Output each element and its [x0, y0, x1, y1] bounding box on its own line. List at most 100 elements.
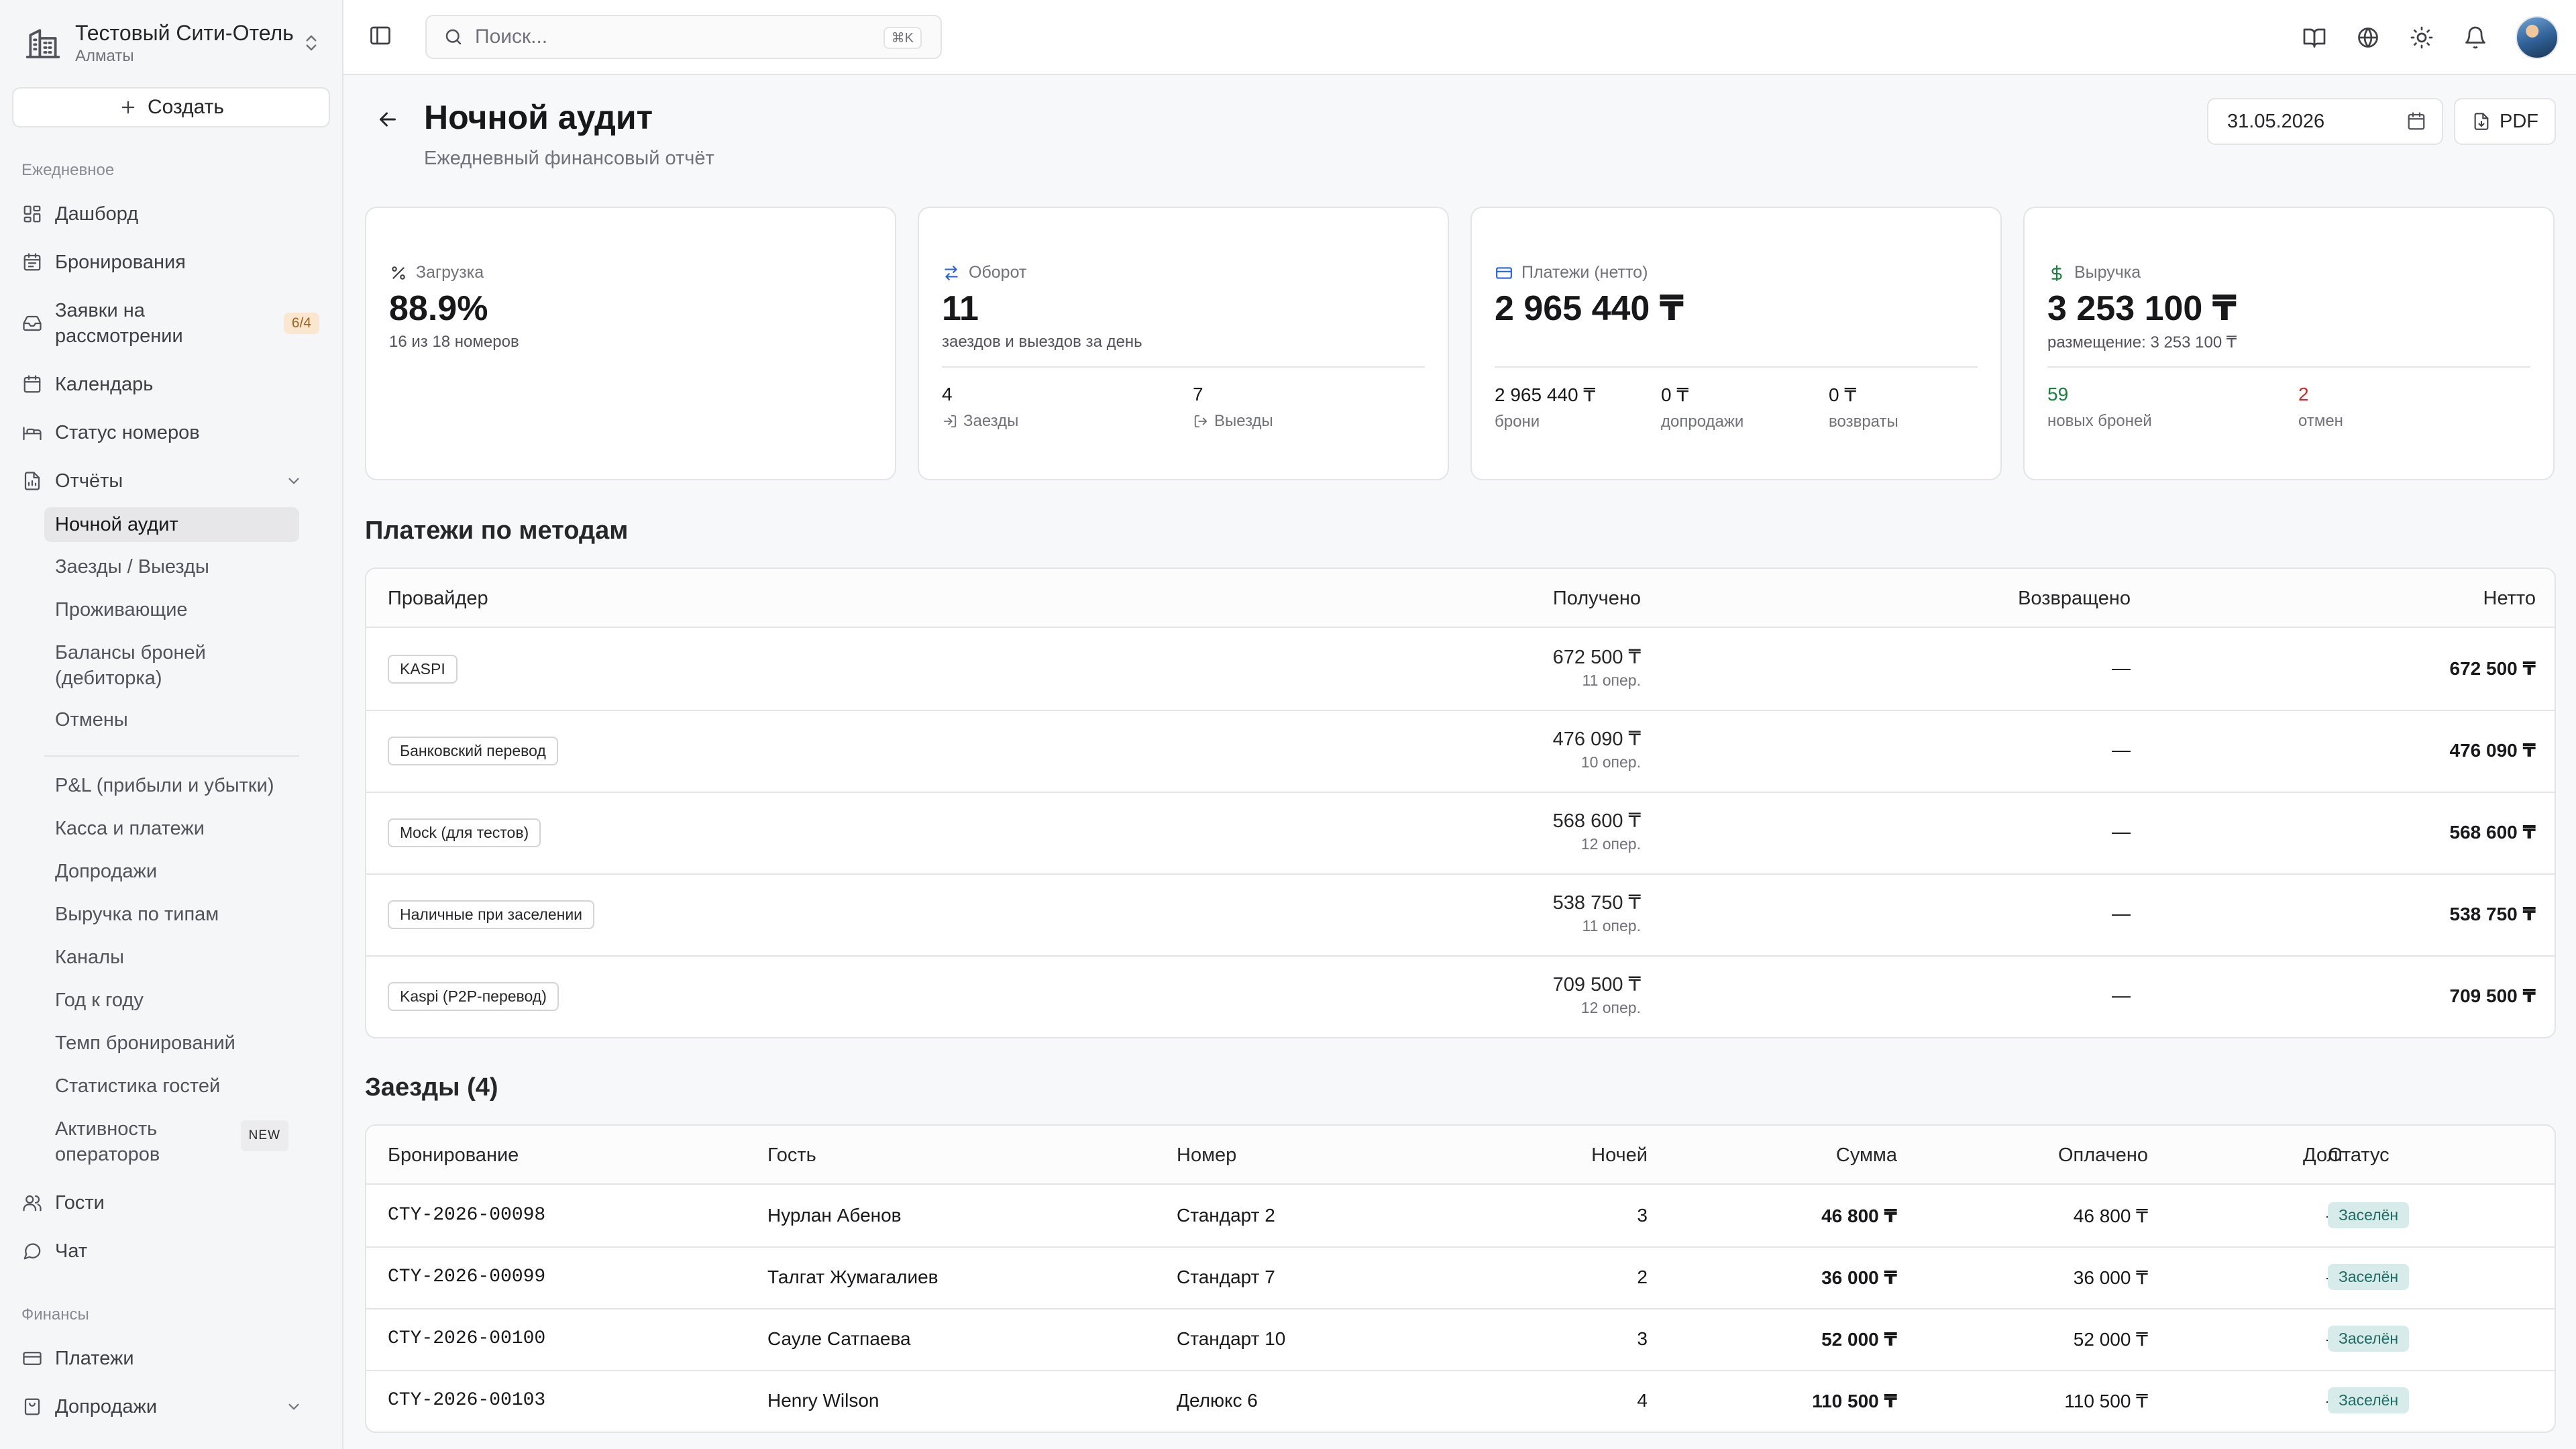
- topbar-actions: [2301, 16, 2559, 59]
- sidebar-item-upsells[interactable]: Допродажи: [12, 1394, 330, 1419]
- report-pace[interactable]: Темп бронирований: [44, 1030, 299, 1056]
- sun-icon[interactable]: [2408, 24, 2435, 51]
- org-switcher[interactable]: Тестовый Сити-Отель Алматы: [20, 15, 323, 71]
- percent-icon: [389, 264, 408, 282]
- report-night-audit[interactable]: Ночной аудит: [44, 507, 299, 542]
- room-name: Стандарт 10: [1177, 1328, 1286, 1349]
- col-guest: Гость: [767, 1144, 816, 1166]
- table-row[interactable]: CTY-2026-00099 Талгат Жумагалиев Стандар…: [366, 1248, 2555, 1309]
- guest-name: Сауле Сатпаева: [767, 1328, 911, 1349]
- report-revenue-types[interactable]: Выручка по типам: [44, 902, 299, 927]
- received-amount: 538 750 ₸: [1552, 892, 1641, 914]
- sidebar-item-chat[interactable]: Чат: [12, 1238, 330, 1264]
- sidebar-item-requests[interactable]: Заявки на рассмотрении 6/4: [12, 298, 330, 349]
- report-channels[interactable]: Каналы: [44, 945, 299, 970]
- report-cancellations[interactable]: Отмены: [44, 707, 299, 733]
- search-input[interactable]: [475, 25, 851, 48]
- pdf-export-button[interactable]: PDF: [2454, 98, 2556, 145]
- dashboard-icon: [21, 203, 43, 225]
- col-paid: Оплачено: [2057, 1144, 2148, 1166]
- booking-id[interactable]: CTY-2026-00100: [388, 1328, 545, 1349]
- amount: 36 000 ₸: [1821, 1267, 1897, 1288]
- report-arrivals-departures[interactable]: Заезды / Выезды: [44, 554, 299, 580]
- stat-value: 59: [2047, 384, 2069, 405]
- sidebar-item-payments[interactable]: Платежи: [12, 1346, 330, 1371]
- report-in-house[interactable]: Проживающие: [44, 597, 299, 623]
- col-booking: Бронирование: [388, 1144, 519, 1166]
- book-open-icon[interactable]: [2301, 24, 2328, 51]
- nights-count: 3: [1637, 1328, 1648, 1349]
- net-cell: 672 500 ₸: [2449, 658, 2536, 679]
- kpi-stat-cancellations: 2 отмен: [2298, 384, 2343, 431]
- received-cell: 568 600 ₸ 12 опер.: [1305, 809, 1641, 853]
- date-picker[interactable]: 31.05.2026: [2207, 98, 2443, 145]
- operations-count: 10 опер.: [1580, 753, 1641, 771]
- col-status: Статус: [2328, 1144, 2390, 1166]
- report-pnl[interactable]: P&L (прибыли и убытки): [44, 773, 299, 798]
- table-row: Наличные при заселении 538 750 ₸ 11 опер…: [366, 875, 2555, 957]
- guest-name: Henry Wilson: [767, 1390, 879, 1411]
- page-title: Ночной аудит: [424, 99, 653, 136]
- col-received: Получено: [1552, 588, 1641, 609]
- sidebar-item-calendar[interactable]: Календарь: [12, 372, 330, 397]
- chat-icon: [21, 1240, 43, 1262]
- stat-label: отмен: [2298, 412, 2343, 430]
- sidebar-toggle-icon[interactable]: [368, 23, 393, 48]
- search-icon: [443, 26, 464, 48]
- operations-count: 12 опер.: [1580, 999, 1641, 1016]
- received-amount: 568 600 ₸: [1552, 810, 1641, 832]
- kpi-stat-refunds: 0 ₸ возвраты: [1829, 384, 1898, 431]
- search-box[interactable]: ⌘K: [425, 15, 942, 59]
- status-badge: Заселён: [2328, 1387, 2410, 1413]
- table-row[interactable]: CTY-2026-00098 Нурлан Абенов Стандарт 2 …: [366, 1186, 2555, 1248]
- search-shortcut: ⌘K: [883, 27, 922, 49]
- sidebar-item-guests[interactable]: Гости: [12, 1190, 330, 1216]
- col-room: Номер: [1177, 1144, 1237, 1166]
- globe-icon[interactable]: [2355, 24, 2381, 51]
- stat-label: новых броней: [2047, 412, 2152, 430]
- back-arrow-icon[interactable]: [374, 106, 401, 133]
- sidebar-item-reports[interactable]: Отчёты: [12, 468, 330, 494]
- login-icon: [942, 413, 958, 429]
- sidebar-item-room-status[interactable]: Статус номеров: [12, 420, 330, 445]
- sidebar-item-label: Чат: [55, 1240, 88, 1262]
- report-yoy[interactable]: Год к году: [44, 987, 299, 1013]
- booking-id[interactable]: CTY-2026-00103: [388, 1390, 545, 1411]
- received-cell: 538 750 ₸ 11 опер.: [1305, 891, 1641, 935]
- section-label-daily: Ежедневное: [21, 161, 115, 179]
- received-amount: 709 500 ₸: [1552, 974, 1641, 996]
- shopping-bag-icon: [21, 1396, 43, 1417]
- status-badge: Заселён: [2328, 1202, 2410, 1228]
- create-button[interactable]: Создать: [12, 87, 330, 127]
- report-cash[interactable]: Касса и платежи: [44, 816, 299, 841]
- kpi-label: Оборот: [969, 263, 1027, 282]
- inbox-icon: [21, 313, 43, 334]
- bell-icon[interactable]: [2462, 24, 2489, 51]
- col-provider: Провайдер: [388, 588, 488, 609]
- sidebar-item-label: Отчёты: [55, 470, 123, 492]
- received-cell: 672 500 ₸ 11 опер.: [1305, 645, 1641, 690]
- report-upsells[interactable]: Допродажи: [44, 859, 299, 884]
- booking-id[interactable]: CTY-2026-00098: [388, 1205, 545, 1226]
- report-operator-activity[interactable]: Активность операторов NEW: [44, 1116, 299, 1167]
- sidebar-item-label: Статус номеров: [55, 422, 200, 443]
- table-row[interactable]: CTY-2026-00100 Сауле Сатпаева Стандарт 1…: [366, 1309, 2555, 1371]
- table-row[interactable]: CTY-2026-00103 Henry Wilson Делюкс 6 4 1…: [366, 1371, 2555, 1432]
- kpi-sub: размещение: 3 253 100 ₸: [2047, 333, 2237, 352]
- report-guest-stats[interactable]: Статистика гостей: [44, 1073, 299, 1099]
- nights-count: 4: [1637, 1390, 1648, 1411]
- booking-id[interactable]: CTY-2026-00099: [388, 1267, 545, 1287]
- sidebar-item-dashboard[interactable]: Дашборд: [12, 201, 330, 227]
- kpi-card-occupancy: Загрузка 88.9% 16 из 18 номеров: [365, 207, 896, 480]
- col-amount: Сумма: [1835, 1144, 1897, 1166]
- arrivals-section-title: Заезды (4): [365, 1073, 498, 1102]
- users-icon: [21, 1192, 43, 1214]
- credit-card-icon: [21, 1348, 43, 1369]
- kpi-value: 2 965 440 ₸: [1495, 289, 1684, 328]
- sidebar-item-bookings[interactable]: Бронирования: [12, 250, 330, 275]
- avatar[interactable]: [2516, 16, 2559, 59]
- main-content: Ночной аудит Ежедневный финансовый отчёт…: [343, 75, 2576, 1449]
- report-balances[interactable]: Балансы броней (дебиторка): [44, 640, 246, 691]
- room-name: Стандарт 2: [1177, 1205, 1275, 1226]
- kpi-label: Загрузка: [416, 263, 484, 282]
